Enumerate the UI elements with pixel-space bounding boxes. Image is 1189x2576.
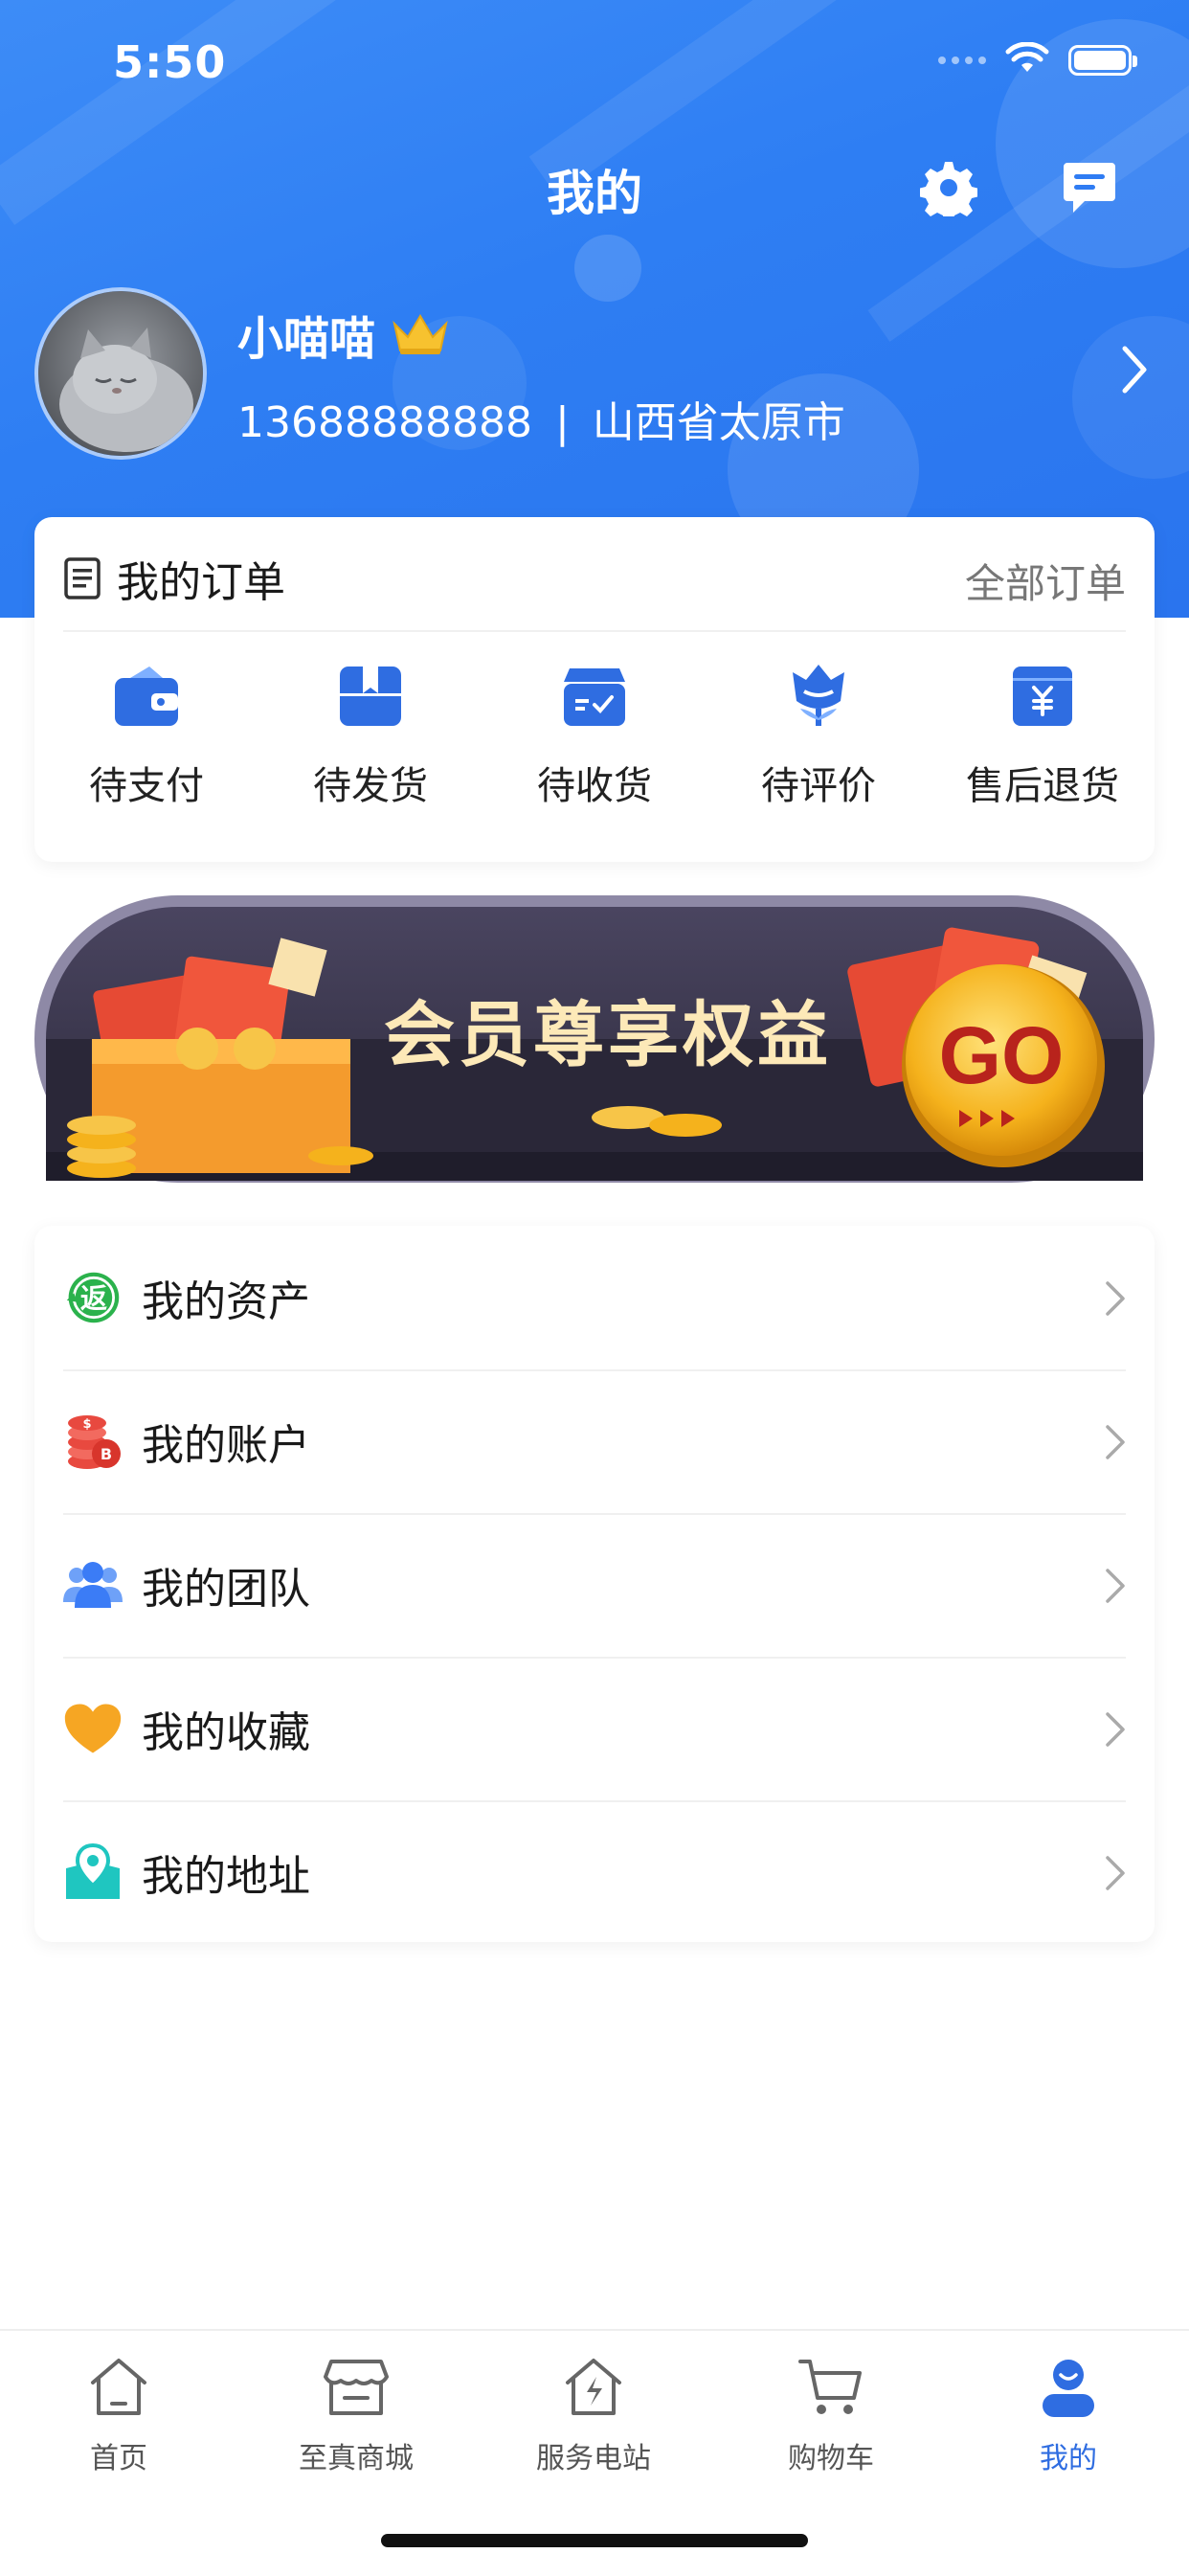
svg-text:B: B [101, 1445, 112, 1463]
rebate-icon: 返 [63, 1268, 123, 1327]
battery-icon [1068, 45, 1137, 76]
signal-icon [938, 56, 986, 64]
chevron-right-icon [1106, 1425, 1125, 1459]
team-icon [63, 1555, 123, 1615]
menu-card: 返 我的资产 $ B 我的账户 我的团队 我的收藏 我的地址 [34, 1226, 1155, 1942]
flower-icon [783, 661, 854, 732]
svg-text:$: $ [82, 1417, 91, 1432]
go-label: GO [939, 1010, 1065, 1100]
order-label: 待收货 [537, 764, 652, 808]
status-bar: 5:50 [0, 0, 1189, 124]
crown-icon [393, 314, 448, 354]
page-title: 我的 [547, 166, 642, 221]
menu-label: 我的收藏 [142, 1708, 310, 1757]
menu-label: 我的团队 [142, 1565, 310, 1614]
menu-item-address[interactable]: 我的地址 [63, 1800, 1126, 1944]
tab-home[interactable]: 首页 [0, 2350, 237, 2476]
message-icon [1064, 163, 1115, 213]
home-icon [81, 2350, 156, 2425]
menu-label: 我的账户 [142, 1421, 310, 1470]
coins-icon: $ B [63, 1412, 123, 1471]
svg-text:返: 返 [80, 1282, 107, 1314]
tab-service-station[interactable]: 服务电站 [475, 2350, 712, 2476]
user-icon [1031, 2350, 1106, 2425]
cart-icon [794, 2350, 868, 2425]
menu-label: 我的资产 [142, 1277, 310, 1326]
settings-button[interactable] [914, 153, 983, 222]
chevron-right-icon [1106, 1281, 1125, 1316]
power-station-icon [556, 2350, 631, 2425]
order-label: 售后退货 [966, 764, 1119, 808]
heart-icon [63, 1699, 123, 1758]
username: 小喵喵 [237, 312, 376, 366]
home-indicator [381, 2534, 808, 2547]
refund-icon [1007, 661, 1078, 732]
tab-label: 服务电站 [536, 2442, 651, 2475]
menu-item-assets[interactable]: 返 我的资产 [63, 1226, 1126, 1371]
store-icon [319, 2350, 393, 2425]
orders-header: 我的订单 全部订单 [63, 517, 1126, 632]
user-location: 山西省太原市 [592, 398, 845, 447]
chevron-right-icon [1106, 1856, 1125, 1890]
menu-item-account[interactable]: $ B 我的账户 [63, 1369, 1126, 1515]
tab-label: 我的 [1040, 2442, 1097, 2475]
profile-section[interactable]: 小喵喵 13688888888 | 山西省太原市 [34, 287, 1155, 460]
order-pending-review[interactable]: 待评价 [707, 661, 931, 810]
chevron-right-icon [1106, 1712, 1125, 1747]
order-after-sales[interactable]: 售后退货 [931, 661, 1155, 810]
tab-label: 至真商城 [299, 2442, 414, 2475]
order-pending-shipment[interactable]: 待发货 [258, 661, 482, 810]
banner-title: 会员尊享权益 [384, 994, 832, 1076]
order-label: 待发货 [313, 764, 428, 808]
order-pending-receipt[interactable]: 待收货 [482, 661, 707, 810]
order-list-icon [64, 557, 101, 599]
chevron-right-icon [1106, 1569, 1125, 1603]
gear-icon [920, 162, 977, 216]
order-pending-payment[interactable]: 待支付 [34, 661, 258, 810]
menu-label: 我的地址 [142, 1852, 310, 1901]
chevron-right-icon [1122, 346, 1147, 394]
wifi-icon [1005, 41, 1049, 79]
menu-item-team[interactable]: 我的团队 [63, 1513, 1126, 1659]
box-icon [335, 661, 406, 732]
wallet-icon [111, 661, 182, 732]
vip-benefits-banner[interactable]: GO 会员尊享权益 [34, 895, 1155, 1190]
receive-box-icon [559, 661, 630, 732]
status-time: 5:50 [113, 36, 227, 88]
tab-label: 购物车 [788, 2442, 874, 2475]
info-separator: | [554, 398, 570, 447]
tab-label: 首页 [90, 2442, 147, 2475]
order-label: 待评价 [761, 764, 876, 808]
menu-item-favorites[interactable]: 我的收藏 [63, 1657, 1126, 1802]
avatar[interactable] [34, 287, 207, 460]
order-label: 待支付 [89, 764, 204, 808]
tab-cart[interactable]: 购物车 [712, 2350, 950, 2476]
location-icon [63, 1842, 123, 1902]
user-phone: 13688888888 [237, 398, 532, 447]
message-button[interactable] [1055, 153, 1124, 222]
all-orders-link[interactable]: 全部订单 [965, 552, 1126, 610]
tab-mine[interactable]: 我的 [950, 2350, 1187, 2476]
orders-title: 我的订单 [117, 558, 285, 607]
orders-card: 我的订单 全部订单 待支付 待发货 待收货 待评价 售后退货 [34, 517, 1155, 862]
tab-store[interactable]: 至真商城 [237, 2350, 475, 2476]
user-info: 13688888888 | 山西省太原市 [237, 388, 845, 449]
